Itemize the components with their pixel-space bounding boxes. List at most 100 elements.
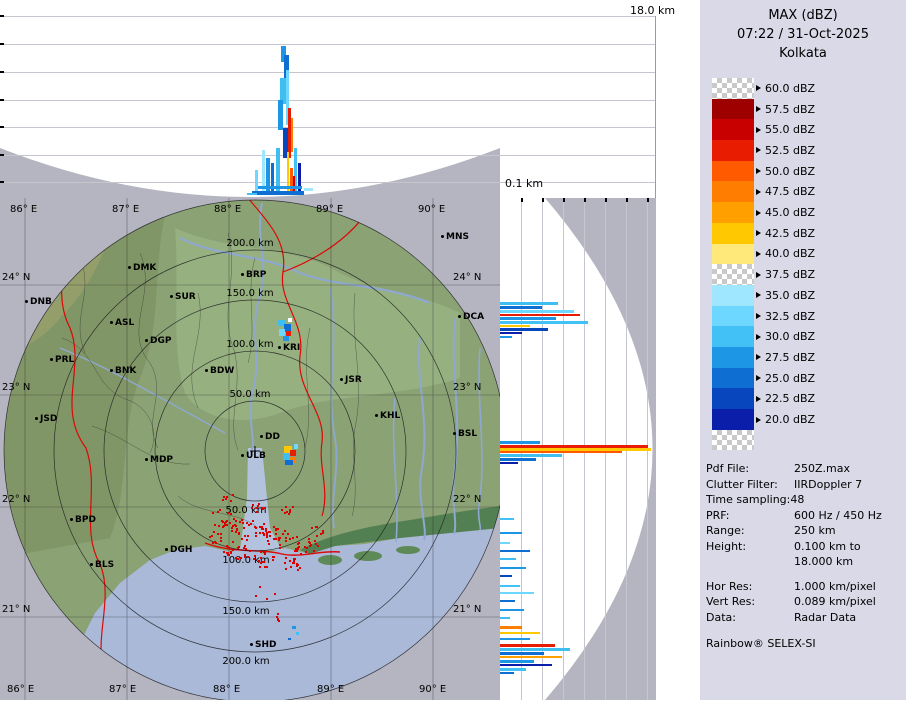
range-ring-label: 50.0 km xyxy=(216,505,276,516)
city-label: BLS xyxy=(95,560,114,570)
info-value: 250 km xyxy=(794,524,836,537)
scale-pointer-icon xyxy=(756,417,761,423)
software-brand-label: Rainbow® SELEX-SI xyxy=(706,637,902,650)
radar-echo-bar xyxy=(278,100,283,130)
dbz-scale-label: 22.5 dBZ xyxy=(756,393,815,405)
city-marker: MNS xyxy=(441,232,469,242)
clutter-dot xyxy=(229,522,231,524)
clutter-dot xyxy=(232,541,234,543)
latitude-label: 22° N xyxy=(453,494,481,505)
city-label: BRP xyxy=(246,270,266,280)
city-dot xyxy=(128,266,131,269)
clutter-dot xyxy=(235,557,237,559)
clutter-dot xyxy=(284,562,286,564)
clutter-dot xyxy=(228,554,230,556)
clutter-dot xyxy=(217,511,219,513)
city-dot xyxy=(205,369,208,372)
clutter-dot xyxy=(268,543,270,545)
clutter-dot xyxy=(313,550,315,552)
dbz-value-text: 55.0 dBZ xyxy=(765,123,815,136)
info-row: Height:0.100 km to xyxy=(706,540,902,556)
city-marker: ASL xyxy=(110,318,134,328)
radar-echo-bar xyxy=(500,672,514,674)
clutter-dot xyxy=(259,586,261,588)
clutter-dot xyxy=(238,533,240,535)
radar-echo-bar xyxy=(500,575,512,577)
product-info-block: Pdf File:250Z.maxClutter Filter:IIRDoppl… xyxy=(706,462,902,650)
clutter-dot xyxy=(285,568,287,570)
clutter-dot xyxy=(246,539,248,541)
clutter-dot xyxy=(220,537,222,539)
clutter-dot xyxy=(281,509,283,511)
side-height-profile-panel xyxy=(500,198,656,700)
city-marker: BPD xyxy=(70,515,96,525)
clutter-dot xyxy=(226,524,228,526)
clutter-dot xyxy=(287,533,289,535)
scale-pointer-icon xyxy=(756,147,761,153)
city-dot xyxy=(250,643,253,646)
radar-echo-bar xyxy=(500,632,540,634)
dbz-scale-label: 40.0 dBZ xyxy=(756,248,815,260)
info-row: 18.000 km xyxy=(706,555,902,571)
clutter-dot xyxy=(232,549,234,551)
city-label: MDP xyxy=(150,455,173,465)
clutter-dot xyxy=(296,550,298,552)
latitude-label: 23° N xyxy=(2,382,30,393)
dbz-value-text: 27.5 dBZ xyxy=(765,351,815,364)
longitude-label: 89° E xyxy=(316,204,343,215)
clutter-dot xyxy=(279,537,281,539)
city-label: BPD xyxy=(75,515,96,525)
clutter-dot xyxy=(214,524,216,526)
clutter-dot xyxy=(299,567,301,569)
radar-echo-bar xyxy=(500,656,562,658)
radar-echo-bar xyxy=(500,660,534,663)
city-dot xyxy=(50,358,53,361)
clutter-dot xyxy=(315,543,317,545)
city-dot xyxy=(453,432,456,435)
dbz-value-text: 42.5 dBZ xyxy=(765,227,815,240)
clutter-dot xyxy=(296,536,298,538)
clutter-dot xyxy=(273,538,275,540)
clutter-dot xyxy=(252,520,254,522)
clutter-dot xyxy=(264,507,266,509)
city-label: KHL xyxy=(380,411,400,421)
dbz-scale-label: 37.5 dBZ xyxy=(756,269,815,281)
info-row: Data:Radar Data xyxy=(706,611,902,627)
info-value: IIRDoppler 7 xyxy=(794,478,862,491)
city-marker: DD xyxy=(260,432,280,442)
radar-echo-bar xyxy=(252,191,304,195)
side-profile-echoes xyxy=(500,198,656,700)
longitude-label: 90° E xyxy=(419,684,446,695)
info-value: 250Z.max xyxy=(794,462,850,475)
city-dot xyxy=(441,235,444,238)
clutter-dot xyxy=(269,535,271,537)
clutter-dot xyxy=(266,536,268,538)
clutter-dot xyxy=(249,550,251,552)
city-marker: JSD xyxy=(35,414,57,424)
clutter-dot xyxy=(259,532,261,534)
latitude-label: 24° N xyxy=(2,272,30,283)
city-marker: DGH xyxy=(165,545,192,555)
clutter-dot xyxy=(274,593,276,595)
radar-echo-bar xyxy=(500,617,510,619)
dbz-value-text: 37.5 dBZ xyxy=(765,268,815,281)
clutter-dot xyxy=(289,538,291,540)
radar-echo-bar xyxy=(266,158,270,195)
radar-map-panel: 86° E87° E88° E89° E90° E86° E87° E88° E… xyxy=(0,198,500,700)
info-value: 600 Hz / 450 Hz xyxy=(794,509,882,522)
product-info-rows: Pdf File:250Z.maxClutter Filter:IIRDoppl… xyxy=(706,462,902,626)
city-dot xyxy=(165,548,168,551)
clutter-dot xyxy=(260,551,262,553)
radar-echo-bar xyxy=(500,652,544,655)
city-label: JSR xyxy=(345,375,362,385)
city-label: DGP xyxy=(150,336,171,346)
dbz-scale-label: 57.5 dBZ xyxy=(756,103,815,115)
dbz-value-text: 40.0 dBZ xyxy=(765,247,815,260)
latitude-label: 24° N xyxy=(453,272,481,283)
radar-echo-bar xyxy=(500,306,542,309)
clutter-dot xyxy=(279,547,281,549)
radar-echo-patch xyxy=(288,318,292,322)
scale-pointer-icon xyxy=(756,230,761,236)
dbz-value-text: 35.0 dBZ xyxy=(765,289,815,302)
clutter-dot xyxy=(272,559,274,561)
